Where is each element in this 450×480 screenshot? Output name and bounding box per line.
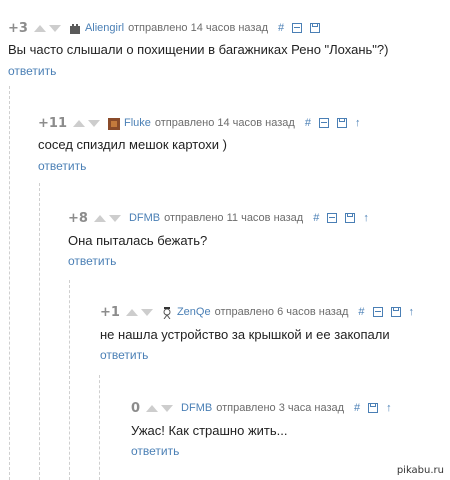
comment-meta: +11 Fluke отправлено 14 часов назад # ↑: [38, 113, 360, 133]
save-icon[interactable]: [336, 118, 347, 128]
comment-author[interactable]: DFMB: [181, 402, 212, 414]
comment-timestamp: отправлено 6 часов назад: [214, 306, 349, 318]
save-icon[interactable]: [310, 23, 321, 33]
permalink-icon[interactable]: #: [313, 212, 319, 224]
upvote-icon[interactable]: [146, 404, 159, 412]
comment-text: не нашла устройство за крышкой и ее зако…: [100, 327, 390, 342]
thread-line: [9, 86, 10, 480]
comment-text: сосед спиздил мешок картохи ): [38, 137, 227, 152]
upvote-icon[interactable]: [125, 308, 138, 316]
comment-score: 0: [131, 400, 141, 416]
comment-meta: 0 DFMB отправлено 3 часа назад # ↑: [131, 398, 392, 418]
thread-line: [99, 375, 100, 480]
comment-author[interactable]: Fluke: [124, 117, 151, 129]
downvote-icon[interactable]: [140, 308, 153, 316]
comment-text: Она пыталась бежать?: [68, 233, 208, 248]
comment-timestamp: отправлено 14 часов назад: [128, 22, 269, 34]
comment-author[interactable]: DFMB: [129, 212, 160, 224]
parent-link-icon[interactable]: ↑: [363, 212, 369, 224]
thread-line: [69, 280, 70, 480]
avatar: [107, 117, 120, 130]
parent-link-icon[interactable]: ↑: [386, 402, 392, 414]
downvote-icon[interactable]: [161, 404, 174, 412]
permalink-icon[interactable]: #: [305, 117, 311, 129]
save-icon[interactable]: [390, 307, 401, 317]
upvote-icon[interactable]: [72, 119, 85, 127]
collapse-icon[interactable]: [372, 307, 383, 317]
downvote-icon[interactable]: [48, 24, 61, 32]
reply-link[interactable]: ответить: [68, 254, 116, 268]
thread-line: [39, 183, 40, 480]
parent-link-icon[interactable]: ↑: [409, 306, 415, 318]
comment-score: +11: [38, 115, 67, 131]
comment-meta: +8 DFMB отправлено 11 часов назад # ↑: [68, 208, 369, 228]
save-icon[interactable]: [368, 403, 379, 413]
collapse-icon[interactable]: [318, 118, 329, 128]
upvote-icon[interactable]: [93, 214, 106, 222]
permalink-icon[interactable]: #: [358, 306, 364, 318]
reply-link[interactable]: ответить: [8, 64, 56, 78]
permalink-icon[interactable]: #: [354, 402, 360, 414]
comment-text: Вы часто слышали о похищении в багажника…: [8, 42, 389, 57]
comment-score: +8: [68, 210, 88, 226]
comment-text: Ужас! Как страшно жить...: [131, 423, 288, 438]
watermark: pikabu.ru: [396, 465, 444, 476]
reply-link[interactable]: ответить: [100, 348, 148, 362]
comment-meta: +1 ZenQe отправлено 6 часов назад # ↑: [100, 302, 414, 322]
comment-meta: +3 Aliengirl отправлено 14 часов назад #: [8, 18, 321, 38]
parent-link-icon[interactable]: ↑: [355, 117, 361, 129]
avatar: [69, 22, 81, 34]
comment-score: +1: [100, 304, 120, 320]
permalink-icon[interactable]: #: [278, 22, 284, 34]
comment-timestamp: отправлено 14 часов назад: [154, 117, 295, 129]
reply-link[interactable]: ответить: [131, 444, 179, 458]
reply-link[interactable]: ответить: [38, 159, 86, 173]
comment-author[interactable]: Aliengirl: [85, 22, 124, 34]
save-icon[interactable]: [345, 213, 356, 223]
downvote-icon[interactable]: [87, 119, 100, 127]
comment-timestamp: отправлено 11 часов назад: [164, 212, 304, 224]
collapse-icon[interactable]: [292, 23, 303, 33]
collapse-icon[interactable]: [327, 213, 338, 223]
upvote-icon[interactable]: [33, 24, 46, 32]
avatar: [161, 306, 173, 320]
comment-author[interactable]: ZenQe: [177, 306, 211, 318]
downvote-icon[interactable]: [108, 214, 121, 222]
comment-timestamp: отправлено 3 часа назад: [216, 402, 345, 414]
comment-score: +3: [8, 20, 28, 36]
